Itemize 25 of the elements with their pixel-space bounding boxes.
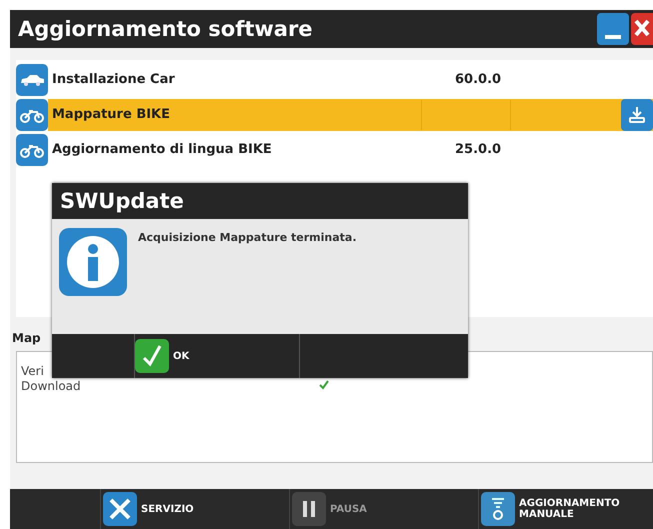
toolbar-button[interactable]: SERVIZIO	[101, 489, 290, 529]
package-name: Installazione Car	[52, 72, 176, 87]
window-title: Aggiornamento software	[18, 17, 314, 41]
tools-icon	[103, 492, 137, 526]
step-label: Veri	[21, 364, 44, 378]
package-row[interactable]: Installazione Car 60.0.0	[48, 64, 653, 96]
package-name: Aggiornamento di lingua BIKE	[52, 142, 273, 157]
package-version: 25.0.0	[455, 142, 502, 157]
download-icon	[628, 104, 646, 124]
package-name: Mappature BIKE	[52, 107, 172, 122]
dialog-message: Acquisizione Mappature terminata.	[138, 230, 357, 246]
info-icon	[58, 227, 128, 297]
close-button[interactable]	[631, 13, 653, 45]
package-version: 60.0.0	[455, 72, 502, 87]
package-row[interactable]: Aggiornamento di lingua BIKE 25.0.0	[48, 134, 653, 166]
download-button[interactable]	[621, 98, 653, 130]
pause-icon	[292, 492, 326, 526]
selected-row[interactable]: Mappature BIKE	[48, 98, 653, 130]
toolbar-button[interactable]: AGGIORNAMENTO MANUALE	[479, 489, 653, 529]
step-label: Download	[21, 379, 81, 393]
panel-title: Map	[12, 331, 41, 345]
dialog-title: SWUpdate	[60, 189, 184, 213]
close-icon	[634, 18, 650, 38]
minimize-button[interactable]	[597, 13, 629, 45]
check-icon	[135, 339, 169, 373]
